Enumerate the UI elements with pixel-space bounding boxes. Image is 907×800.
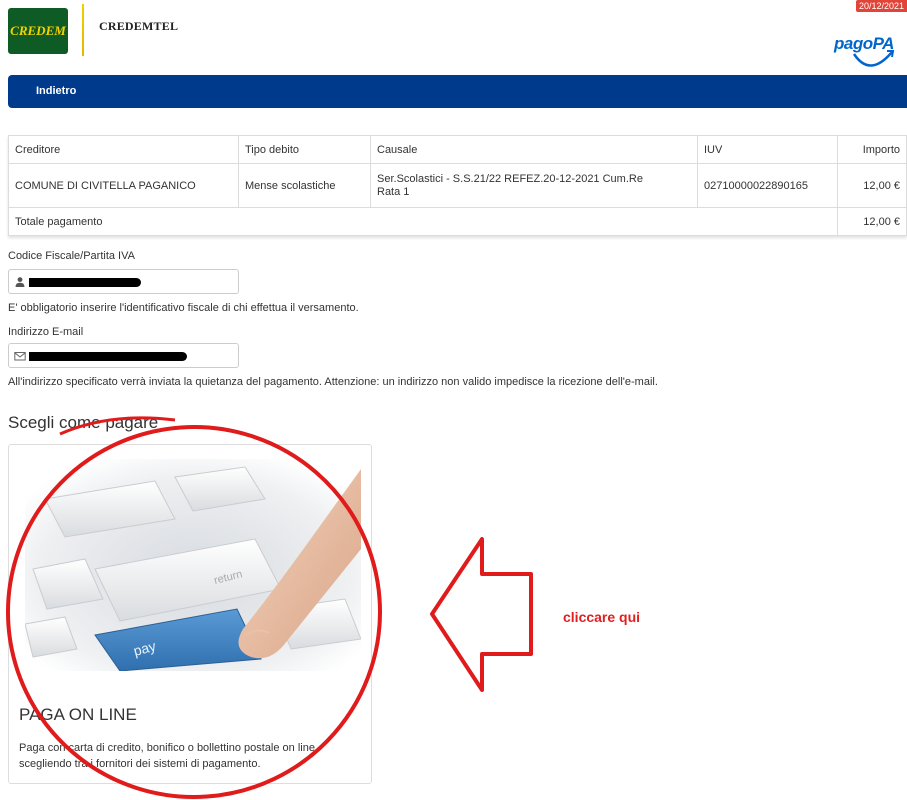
pagopa-logo: pagoPA <box>834 32 904 74</box>
total-value: 12,00 € <box>837 207 907 236</box>
cf-label: Codice Fiscale/Partita IVA <box>8 250 135 262</box>
navbar: Indietro <box>8 75 907 108</box>
envelope-icon <box>14 352 26 361</box>
email-hint: All'indirizzo specificato verrà inviata … <box>8 376 658 388</box>
table-row: COMUNE DI CIVITELLA PAGANICO Mense scola… <box>8 163 907 208</box>
user-icon <box>15 277 25 287</box>
total-label: Totale pagamento <box>8 207 838 236</box>
column-header-tipo: Tipo debito <box>238 135 371 164</box>
date-badge: 20/12/2021 <box>855 0 907 12</box>
total-row: Totale pagamento 12,00 € <box>8 207 907 236</box>
column-header-creditore: Creditore <box>8 135 239 164</box>
logo-divider <box>82 4 84 56</box>
debt-table: Creditore Tipo debito Causale IUV Import… <box>8 135 907 236</box>
column-header-causale: Causale <box>370 135 698 164</box>
email-label: Indirizzo E-mail <box>8 326 84 338</box>
table-header-row: Creditore Tipo debito Causale IUV Import… <box>8 135 907 164</box>
column-header-importo: Importo <box>837 135 907 164</box>
cell-tipo: Mense scolastiche <box>238 163 371 208</box>
email-input[interactable] <box>8 343 239 368</box>
redacted-cf-value <box>29 278 141 287</box>
cf-input[interactable] <box>8 269 239 294</box>
cell-causale: Ser.Scolastici - S.S.21/22 REFEZ.20-12-2… <box>370 163 698 208</box>
annotation-arrow-icon <box>430 537 533 692</box>
pay-online-description: Paga con carta di credito, bonifico o bo… <box>19 742 319 770</box>
pagopa-arc-icon <box>852 50 895 67</box>
cf-hint: E' obbligatorio inserire l'identificativ… <box>8 302 359 314</box>
annotation-text: cliccare qui <box>563 609 641 625</box>
cell-importo: 12,00 € <box>837 163 907 208</box>
causale-line-1: Ser.Scolastici - S.S.21/22 REFEZ.20-12-2… <box>377 172 643 185</box>
cell-creditore: COMUNE DI CIVITELLA PAGANICO <box>8 163 239 208</box>
redacted-email-value <box>29 352 187 361</box>
brand-name: CREDEMTEL <box>99 19 179 33</box>
header: CREDEM CREDEMTEL 20/12/2021 pagoPA <box>0 0 907 75</box>
causale-line-2: Rata 1 <box>377 185 410 198</box>
section-title: Scegli come pagare <box>8 413 159 432</box>
keyboard-pay-image: return pay <box>25 459 361 671</box>
column-header-iuv: IUV <box>697 135 838 164</box>
back-link[interactable]: Indietro <box>36 85 76 97</box>
cell-iuv: 02710000022890165 <box>697 163 838 208</box>
pay-online-title: PAGA ON LINE <box>19 705 137 724</box>
pay-online-card[interactable]: return pay PAGA ON LINE Paga con carta d… <box>8 444 372 784</box>
credem-logo: CREDEM <box>8 8 68 54</box>
